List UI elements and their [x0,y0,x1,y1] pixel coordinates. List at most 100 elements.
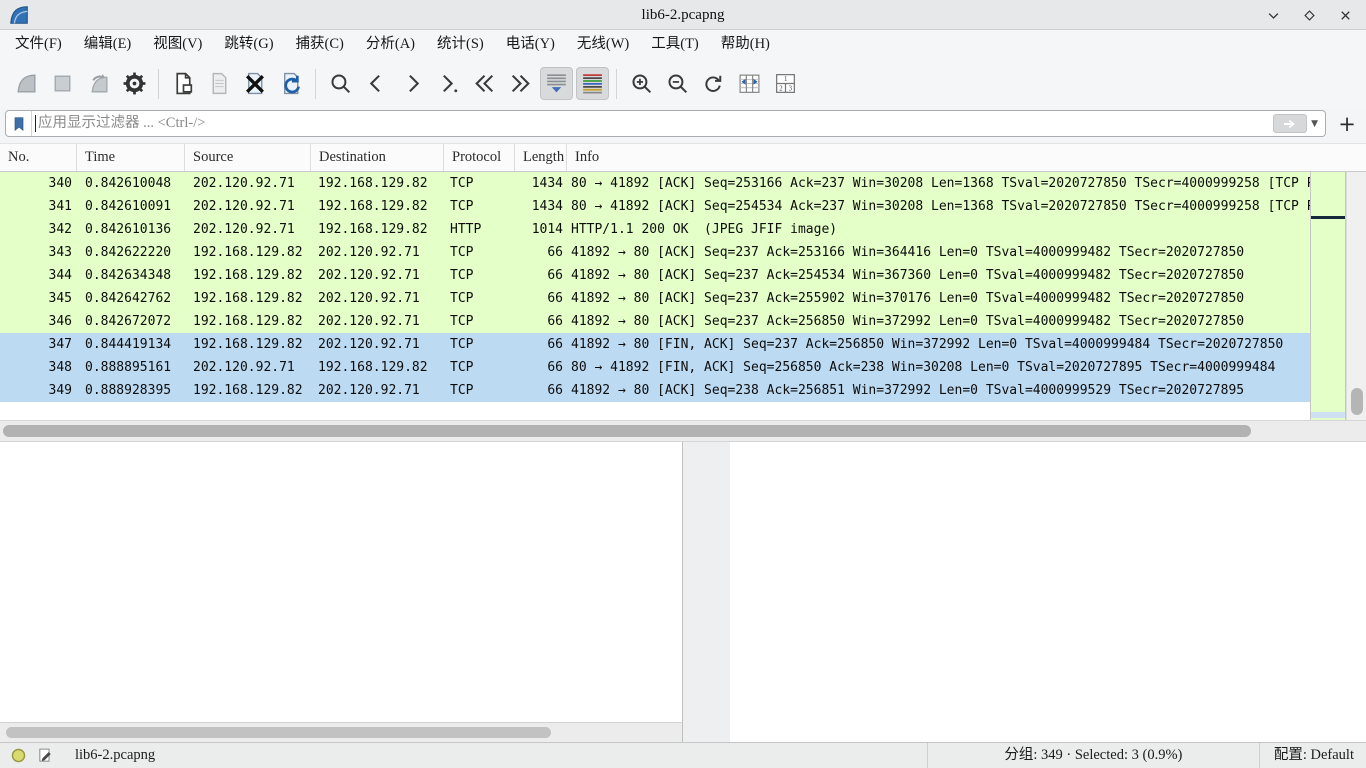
cell-time: 0.888928395 [77,379,185,402]
cell-no: 340 [0,172,77,195]
packet-list-horizontal-scrollbar[interactable] [0,420,1366,442]
column-header-destination[interactable]: Destination [311,144,444,171]
cell-time: 0.842642762 [77,287,185,310]
go-to-packet-button[interactable] [432,67,465,100]
cell-destination: 192.168.129.82 [311,356,444,379]
cell-source: 192.168.129.82 [185,264,311,287]
bookmark-icon[interactable] [6,111,32,136]
reload-file-icon [279,71,304,96]
apply-filter-button[interactable] [1273,114,1307,133]
resize-columns-button[interactable] [733,67,766,100]
capture-comment-icon[interactable] [36,747,54,765]
zoom-out-button[interactable] [661,67,694,100]
capture-options-button[interactable] [118,67,151,100]
packet-row-343[interactable]: 3430.842622220192.168.129.82202.120.92.7… [0,241,1310,264]
minimize-button[interactable] [1262,4,1284,26]
cell-destination: 192.168.129.82 [311,172,444,195]
menu-item-5[interactable]: 分析(A) [355,30,426,59]
packet-row-344[interactable]: 3440.842634348192.168.129.82202.120.92.7… [0,264,1310,287]
last-packet-icon [508,71,533,96]
close-button[interactable] [1334,4,1356,26]
details-scrollbar-thumb[interactable] [6,727,551,738]
menu-item-2[interactable]: 视图(V) [142,30,213,59]
cell-length: 66 [515,356,567,379]
packet-row-342[interactable]: 3420.842610136202.120.92.71192.168.129.8… [0,218,1310,241]
layout-chooser-button[interactable]: 123 [769,67,802,100]
resize-columns-icon [737,71,762,96]
last-packet-button[interactable] [504,67,537,100]
titlebar: lib6-2.pcapng [0,0,1366,30]
capture-options-icon [122,71,147,96]
cell-info: 80 → 41892 [ACK] Seq=253166 Ack=237 Win=… [567,172,1310,195]
packet-list-vertical-scrollbar[interactable] [1346,172,1366,420]
cell-destination: 202.120.92.71 [311,333,444,356]
auto-scroll-button[interactable] [540,67,573,100]
pane-splitter[interactable] [683,442,730,742]
packet-row-345[interactable]: 3450.842642762192.168.129.82202.120.92.7… [0,287,1310,310]
detail-panes [0,442,1366,742]
cell-length: 66 [515,264,567,287]
toolbar-separator [158,69,159,99]
menu-item-7[interactable]: 电话(Y) [495,30,566,59]
column-header-source[interactable]: Source [185,144,311,171]
cell-destination: 202.120.92.71 [311,287,444,310]
reload-file-button[interactable] [275,67,308,100]
window-title: lib6-2.pcapng [0,0,1366,30]
cell-length: 66 [515,287,567,310]
menu-item-8[interactable]: 无线(W) [566,30,640,59]
menu-item-3[interactable]: 跳转(G) [213,30,284,59]
find-packet-button[interactable] [324,67,357,100]
packets-summary: 分组: 349 · Selected: 3 (0.9%) [927,743,1259,768]
display-filter-field[interactable]: ▼ [5,110,1326,137]
filter-dropdown-arrow[interactable]: ▼ [1311,119,1318,129]
packet-row-341[interactable]: 3410.842610091202.120.92.71192.168.129.8… [0,195,1310,218]
first-packet-button[interactable] [468,67,501,100]
packet-row-347[interactable]: 3470.844419134192.168.129.82202.120.92.7… [0,333,1310,356]
details-horizontal-scrollbar[interactable] [0,722,682,742]
cell-protocol: TCP [444,241,515,264]
menubar: 文件(F)编辑(E)视图(V)跳转(G)捕获(C)分析(A)统计(S)电话(Y)… [0,30,1366,59]
menu-item-9[interactable]: 工具(T) [640,30,710,59]
packet-row-348[interactable]: 3480.888895161202.120.92.71192.168.129.8… [0,356,1310,379]
menu-item-4[interactable]: 捕获(C) [285,30,355,59]
column-header-length[interactable]: Length [515,144,567,171]
horizontal-scrollbar-thumb[interactable] [3,425,1251,437]
packet-row-340[interactable]: 3400.842610048202.120.92.71192.168.129.8… [0,172,1310,195]
column-header-no[interactable]: No. [0,144,77,171]
menu-item-10[interactable]: 帮助(H) [710,30,781,59]
cell-no: 347 [0,333,77,356]
display-filter-input[interactable] [36,112,1273,135]
zoom-in-button[interactable] [625,67,658,100]
cell-protocol: TCP [444,264,515,287]
cell-info: 41892 → 80 [ACK] Seq=238 Ack=256851 Win=… [567,379,1310,402]
cell-info: 80 → 41892 [FIN, ACK] Seq=256850 Ack=238… [567,356,1310,379]
cell-protocol: TCP [444,172,515,195]
cell-info: 41892 → 80 [ACK] Seq=237 Ack=253166 Win=… [567,241,1310,264]
column-header-protocol[interactable]: Protocol [444,144,515,171]
cell-time: 0.842634348 [77,264,185,287]
colorize-button[interactable] [576,67,609,100]
close-file-button[interactable] [239,67,272,100]
profile-button[interactable]: 配置: Default [1259,743,1366,768]
packet-details-pane [0,442,683,742]
normal-size-button[interactable] [697,67,730,100]
cell-destination: 202.120.92.71 [311,241,444,264]
packet-row-346[interactable]: 3460.842672072192.168.129.82202.120.92.7… [0,310,1310,333]
column-header-info[interactable]: Info [567,144,1366,171]
vertical-scrollbar-thumb[interactable] [1351,388,1363,415]
maximize-button[interactable] [1298,4,1320,26]
open-file-button[interactable] [167,67,200,100]
column-header-time[interactable]: Time [77,144,185,171]
packet-row-349[interactable]: 3490.888928395192.168.129.82202.120.92.7… [0,379,1310,402]
previous-packet-button[interactable] [360,67,393,100]
next-packet-button[interactable] [396,67,429,100]
menu-item-0[interactable]: 文件(F) [4,30,73,59]
intelligent-scrollbar-minimap[interactable] [1310,172,1346,420]
start-capture-button [10,67,43,100]
menu-item-6[interactable]: 统计(S) [426,30,495,59]
cell-no: 341 [0,195,77,218]
add-filter-button[interactable]: + [1334,111,1360,137]
expert-info-icon[interactable] [9,747,27,765]
minimap-position-marker [1311,216,1345,219]
menu-item-1[interactable]: 编辑(E) [73,30,143,59]
